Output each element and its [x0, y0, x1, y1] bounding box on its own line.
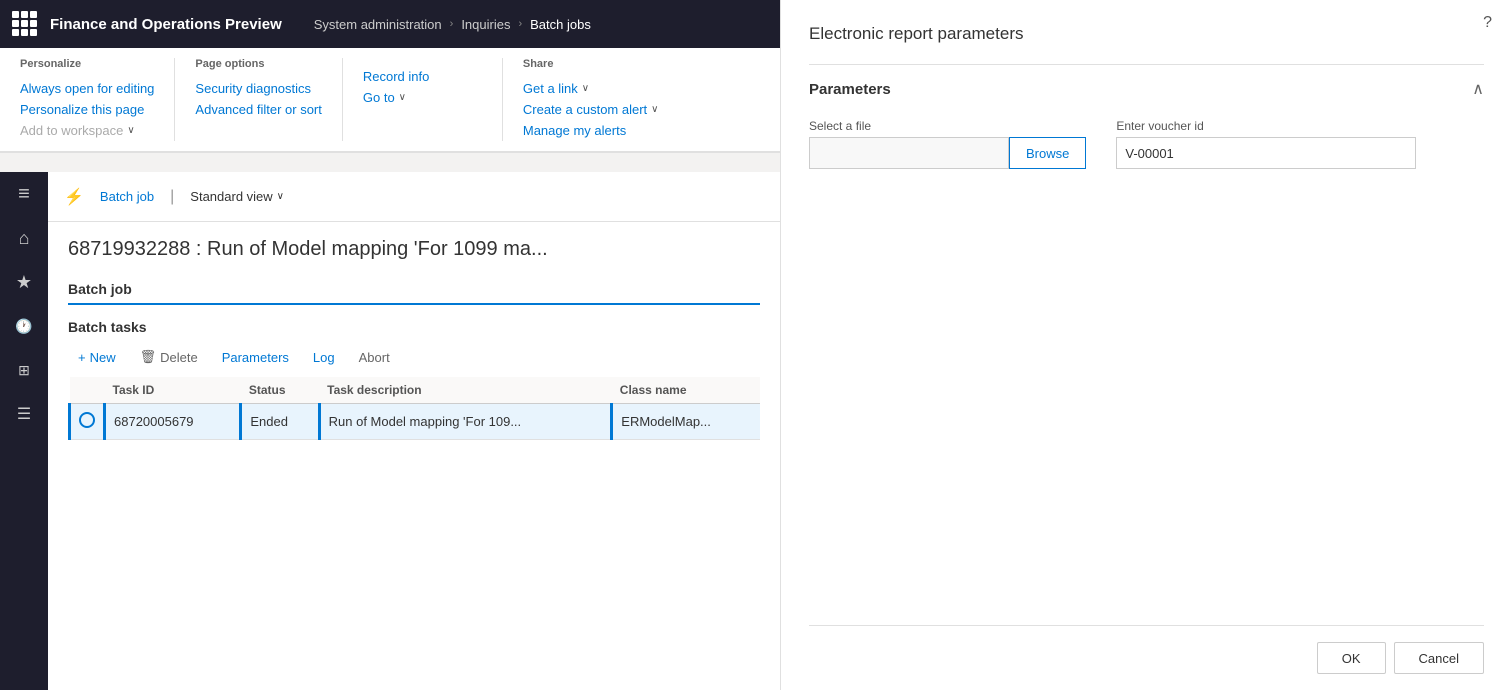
menu-section-personalize: Personalize Always open for editing Pers…	[0, 58, 175, 141]
tasks-log-button[interactable]: Log	[303, 346, 345, 369]
breadcrumb-item-2[interactable]: Inquiries	[461, 17, 510, 32]
select-file-input[interactable]	[809, 137, 1009, 169]
create-custom-alert-chevron: ∨	[651, 104, 658, 115]
tasks-table: Task ID Status Task description Class na…	[68, 377, 760, 440]
always-open-for-editing-item[interactable]: Always open for editing	[20, 78, 154, 99]
browse-button[interactable]: Browse	[1009, 137, 1086, 169]
dropdown-menu: Personalize Always open for editing Pers…	[0, 48, 780, 153]
select-file-label: Select a file	[809, 119, 1086, 133]
view-label[interactable]: Batch job	[100, 189, 154, 204]
tasks-delete-icon: 🗑	[140, 349, 157, 365]
page-options-title: Page options	[195, 58, 321, 70]
tasks-parameters-button[interactable]: Parameters	[212, 346, 299, 369]
view-separator: |	[170, 188, 174, 206]
main-content-area: 68719932288 : Run of Model mapping 'For …	[48, 222, 780, 690]
record-info-item[interactable]: Record info	[363, 66, 482, 87]
standard-view-dropdown[interactable]: Standard view ∨	[190, 189, 284, 204]
breadcrumb: System administration › Inquiries › Batc…	[314, 17, 591, 32]
top-nav: Finance and Operations Preview System ad…	[0, 0, 780, 48]
record-title: 68719932288 : Run of Model mapping 'For …	[68, 238, 760, 261]
breadcrumb-sep-2: ›	[518, 18, 522, 30]
modules-icon[interactable]: ☰	[0, 392, 48, 436]
share-section-title: Share	[523, 58, 659, 70]
personalize-this-page-item[interactable]: Personalize this page	[20, 99, 154, 120]
hamburger-menu-icon[interactable]: ≡	[0, 172, 48, 216]
col-task-description: Task description	[319, 377, 612, 404]
params-header: Parameters ∧	[809, 64, 1484, 99]
app-grid-icon[interactable]	[12, 11, 38, 37]
table-select-col	[70, 377, 105, 404]
menu-section-record: Record info Go to ∨	[343, 58, 503, 141]
cancel-button[interactable]: Cancel	[1394, 642, 1484, 674]
home-icon[interactable]: ⌂	[0, 216, 48, 260]
tasks-new-button[interactable]: + New	[68, 346, 126, 369]
voucher-id-input[interactable]	[1116, 137, 1416, 169]
breadcrumb-item-1[interactable]: System administration	[314, 17, 442, 32]
favorites-icon[interactable]: ★	[0, 260, 48, 304]
menu-section-page-options: Page options Security diagnostics Advanc…	[175, 58, 342, 141]
get-a-link-chevron: ∨	[582, 83, 589, 94]
security-diagnostics-item[interactable]: Security diagnostics	[195, 78, 321, 99]
ok-button[interactable]: OK	[1317, 642, 1386, 674]
batch-tasks-header: Batch tasks	[68, 319, 760, 335]
table-row[interactable]: 68720005679 Ended Run of Model mapping '…	[70, 404, 761, 440]
advanced-filter-or-sort-item[interactable]: Advanced filter or sort	[195, 99, 321, 120]
panel-title: Electronic report parameters	[809, 24, 1484, 44]
col-task-id: Task ID	[105, 377, 241, 404]
tasks-abort-button[interactable]: Abort	[349, 346, 400, 369]
panel-footer: OK Cancel	[809, 625, 1484, 690]
batch-job-section-header: Batch job	[68, 281, 760, 305]
filter-icon[interactable]: ⚡	[64, 187, 84, 207]
params-row: Select a file Browse Enter voucher id	[809, 119, 1484, 169]
tasks-toolbar: + New 🗑 Delete Parameters Log	[68, 345, 760, 369]
go-to-item[interactable]: Go to ∨	[363, 87, 482, 108]
left-nav: ≡ ⌂ ★ 🕐 ⊞ ☰	[0, 172, 48, 690]
app-title: Finance and Operations Preview	[50, 16, 282, 33]
personalize-section-title: Personalize	[20, 58, 154, 70]
page-header: ⚡ Batch job | Standard view ∨	[48, 172, 780, 222]
row-radio-btn[interactable]	[79, 412, 95, 428]
voucher-id-group: Enter voucher id	[1116, 119, 1416, 169]
voucher-id-label: Enter voucher id	[1116, 119, 1416, 133]
row-class-name: ERModelMap...	[612, 404, 760, 440]
page-content: ⚡ Batch job | Standard view ∨ 6871993228…	[48, 172, 780, 690]
manage-my-alerts-item[interactable]: Manage my alerts	[523, 120, 659, 141]
col-class-name: Class name	[612, 377, 760, 404]
go-to-chevron: ∨	[399, 92, 406, 103]
collapse-button[interactable]: ∧	[1472, 79, 1484, 99]
breadcrumb-item-3[interactable]: Batch jobs	[530, 17, 591, 32]
tasks-new-icon: +	[78, 350, 86, 365]
row-task-id: 68720005679	[105, 404, 241, 440]
row-radio-cell	[70, 404, 105, 440]
help-icon[interactable]: ?	[1483, 14, 1492, 32]
row-task-description: Run of Model mapping 'For 109...	[319, 404, 612, 440]
add-to-workspace-item[interactable]: Add to workspace ∨	[20, 120, 154, 141]
workspaces-icon[interactable]: ⊞	[0, 348, 48, 392]
get-a-link-item[interactable]: Get a link ∨	[523, 78, 659, 99]
right-panel: Electronic report parameters Parameters …	[780, 0, 1512, 690]
col-status: Status	[241, 377, 319, 404]
row-status: Ended	[241, 404, 319, 440]
params-label: Parameters	[809, 81, 891, 98]
add-to-workspace-chevron: ∨	[127, 125, 134, 136]
create-custom-alert-item[interactable]: Create a custom alert ∨	[523, 99, 659, 120]
select-file-group: Select a file Browse	[809, 119, 1086, 169]
breadcrumb-sep-1: ›	[450, 18, 454, 30]
menu-section-share: Share Get a link ∨ Create a custom alert…	[503, 58, 679, 141]
recent-icon[interactable]: 🕐	[0, 304, 48, 348]
standard-view-chevron: ∨	[277, 191, 284, 202]
tasks-delete-button[interactable]: 🗑 Delete	[130, 345, 208, 369]
